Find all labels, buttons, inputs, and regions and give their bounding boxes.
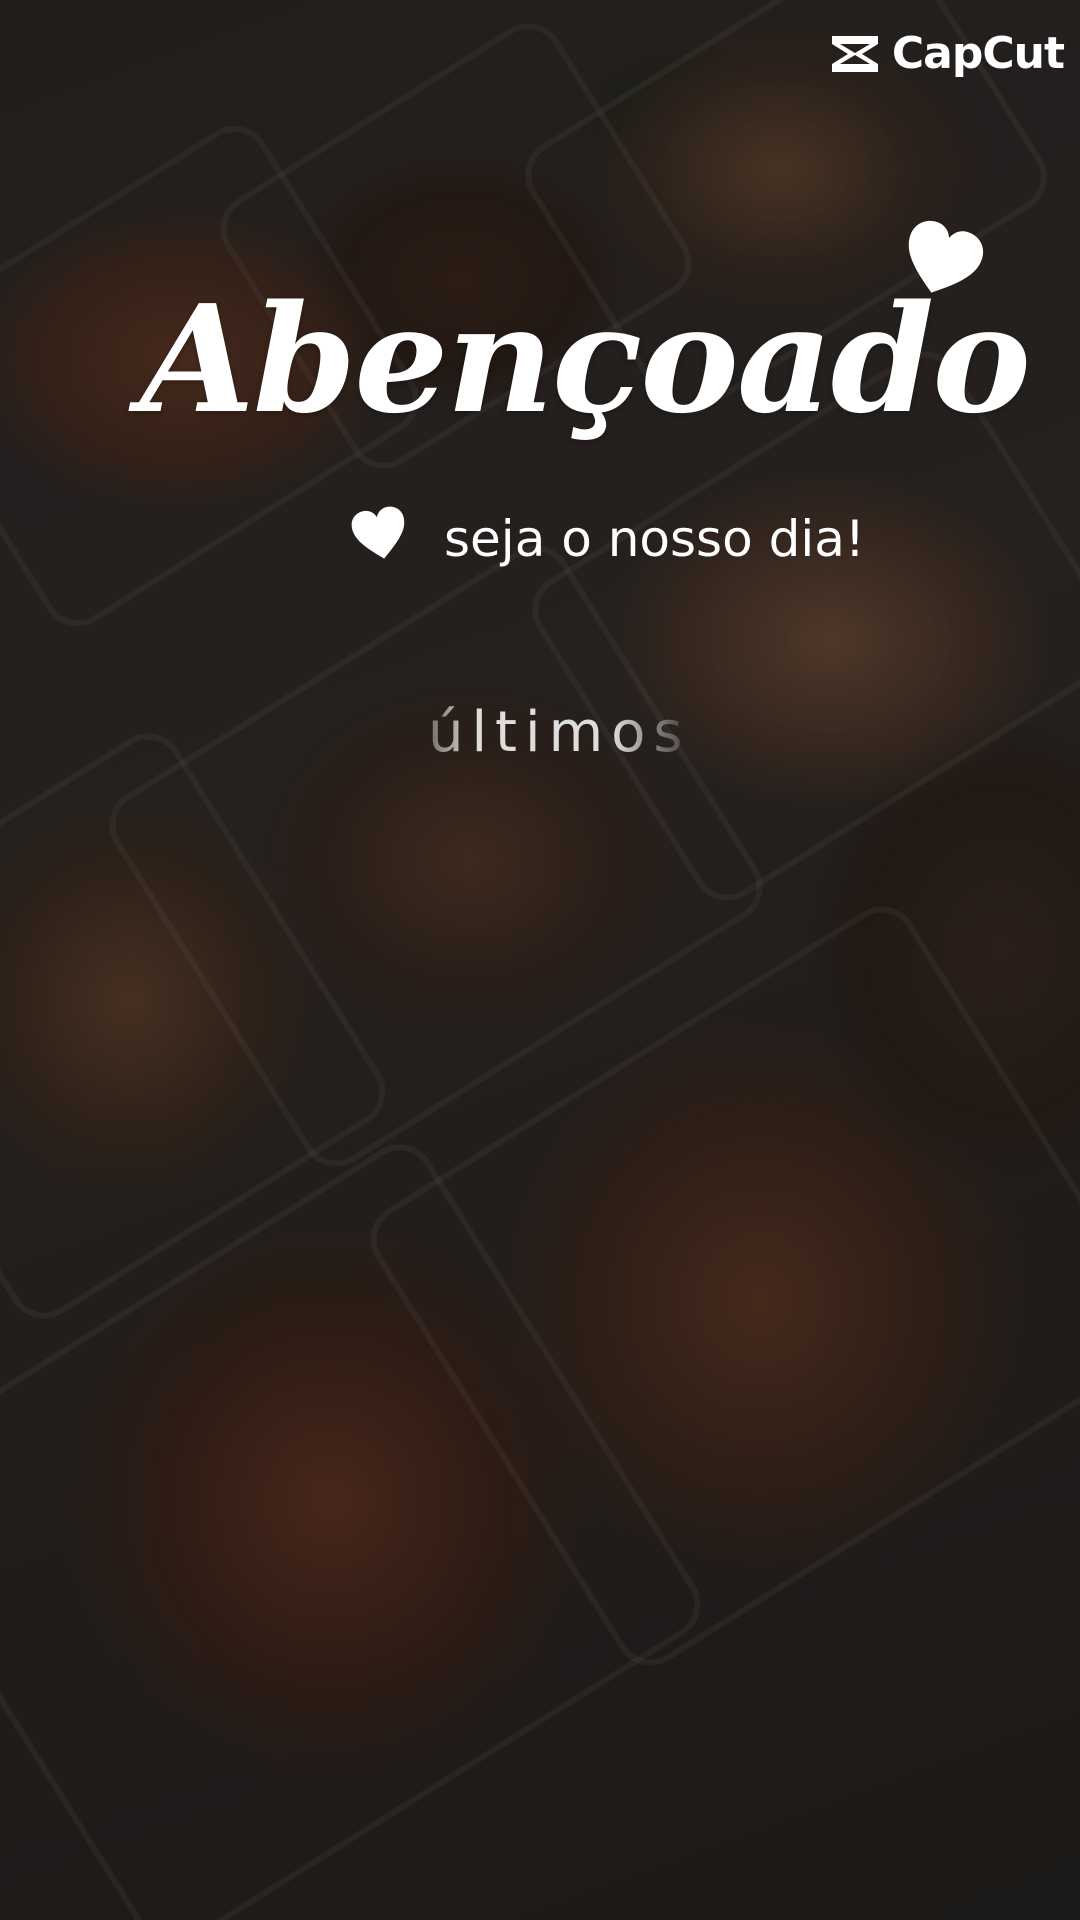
watermark-brand-text: CapCut bbox=[891, 28, 1065, 79]
caption-title: Abençoado bbox=[140, 272, 1031, 446]
capcut-watermark: CapCut bbox=[828, 28, 1065, 79]
video-frame: CapCut Abençoado seja o nosso dia! últim… bbox=[0, 0, 1080, 1920]
capcut-logo-icon bbox=[831, 35, 878, 72]
heart-icon bbox=[351, 506, 405, 559]
caption-subtitle: seja o nosso dia! bbox=[444, 510, 865, 568]
animated-caption-word: últimos bbox=[428, 700, 691, 765]
